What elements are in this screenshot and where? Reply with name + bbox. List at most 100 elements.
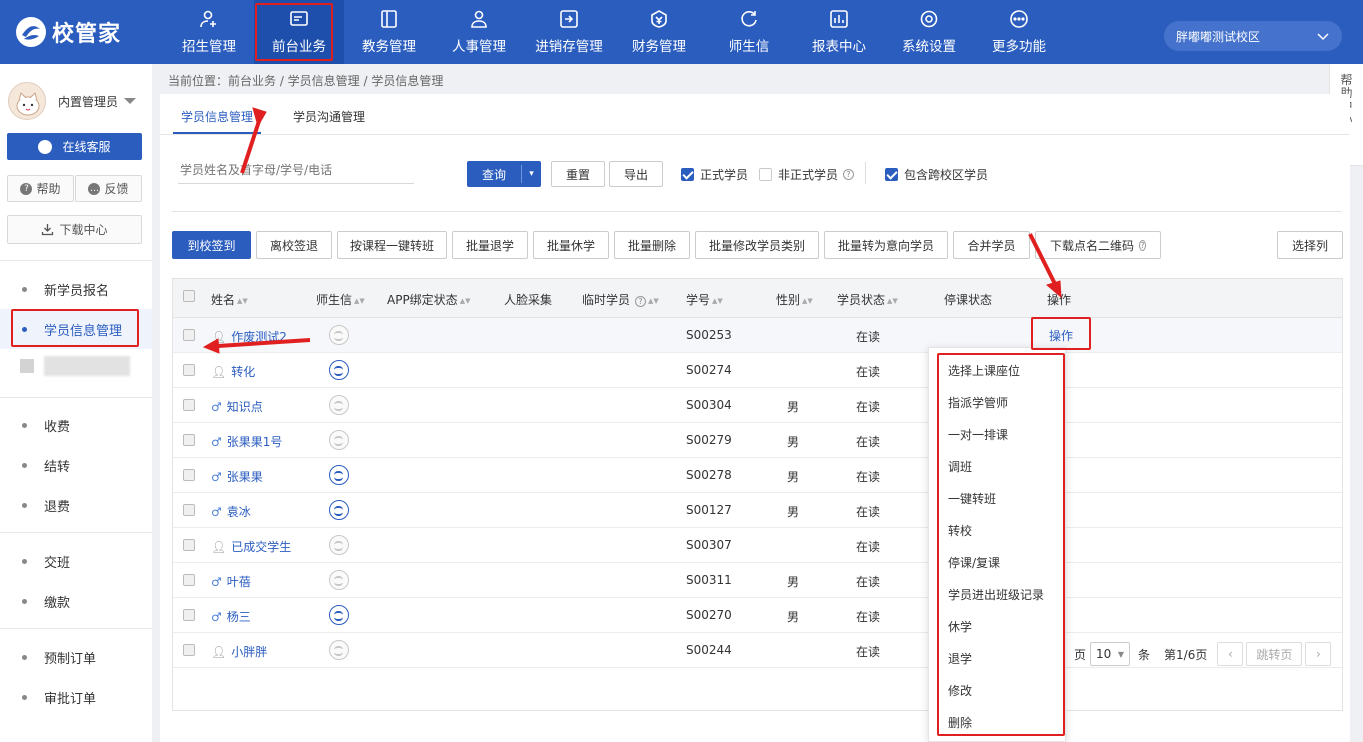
sidebar-item-payment[interactable]: 缴款 (0, 581, 152, 621)
operation-link[interactable]: 操作 (1049, 327, 1073, 344)
sidebar-item-new-enrollment[interactable]: 新学员报名 (0, 269, 152, 309)
menu-item-edit[interactable]: 修改 (948, 682, 972, 699)
user-menu[interactable]: 内置管理员 (8, 82, 144, 120)
sidebar-item-carryover[interactable]: 结转 (0, 445, 152, 485)
download-qrcode-button[interactable]: 下载点名二维码 ? (1035, 231, 1161, 259)
app-status-icon[interactable] (329, 640, 349, 660)
sidebar-item-charge[interactable]: 收费 (0, 405, 152, 445)
row-checkbox[interactable] (183, 504, 195, 516)
menu-item-leave[interactable]: 休学 (948, 618, 972, 635)
export-button[interactable]: 导出 (609, 161, 663, 187)
app-status-icon[interactable] (329, 465, 349, 485)
table-row[interactable]: ♂ 杨三 S00270 男 在读 (173, 598, 1342, 633)
app-status-icon[interactable] (329, 570, 349, 590)
app-status-icon[interactable] (329, 430, 349, 450)
row-checkbox[interactable] (183, 469, 195, 481)
table-row[interactable]: 👤︎ 作废测试2 S00253 在读 操作 (173, 318, 1342, 353)
nav-item-reports[interactable]: 报表中心 (794, 0, 884, 64)
table-row[interactable]: ♂ 袁冰 S00127 男 在读 (173, 493, 1342, 528)
table-row[interactable]: ♂ 张果果1号 S00279 男 在读 (173, 423, 1342, 458)
check-out-button[interactable]: 离校签退 (256, 231, 332, 259)
check-in-button[interactable]: 到校签到 (172, 231, 251, 259)
app-status-icon[interactable] (329, 535, 349, 555)
table-row[interactable]: 👤︎ 转化 S00274 在读 (173, 353, 1342, 388)
sidebar-item-approval[interactable]: 审批订单 (0, 677, 152, 717)
row-checkbox[interactable] (183, 364, 195, 376)
row-checkbox[interactable] (183, 609, 195, 621)
menu-item-class-records[interactable]: 学员进出班级记录 (948, 586, 1044, 603)
nav-item-enrollment[interactable]: 招生管理 (164, 0, 254, 64)
nav-item-hr[interactable]: 人事管理 (434, 0, 524, 64)
th-app-binding[interactable]: APP绑定状态 ▲▼ (387, 291, 470, 308)
nav-item-inventory[interactable]: 进销存管理 (524, 0, 614, 64)
nav-item-settings[interactable]: 系统设置 (884, 0, 974, 64)
menu-item-change-class[interactable]: 调班 (948, 458, 972, 475)
tab-student-info[interactable]: 学员信息管理 (173, 102, 262, 134)
nav-item-more[interactable]: 更多功能 (974, 0, 1064, 64)
select-columns-button[interactable]: 选择列 (1277, 231, 1343, 259)
sidebar-item-blurred[interactable] (20, 355, 130, 377)
merge-students-button[interactable]: 合并学员 (953, 231, 1030, 259)
menu-item-select-seat[interactable]: 选择上课座位 (948, 362, 1020, 379)
menu-item-assign-manager[interactable]: 指派学管师 (948, 394, 1008, 411)
informal-student-checkbox[interactable]: 非正式学员 ? (759, 166, 855, 183)
batch-modify-category-button[interactable]: 批量修改学员类别 (695, 231, 819, 259)
select-all-checkbox[interactable] (183, 290, 195, 302)
one-click-transfer-button[interactable]: 按课程一键转班 (337, 231, 447, 259)
th-gender[interactable]: 性别 ▲▼ (776, 291, 813, 308)
feedback-button[interactable]: … 反馈 (75, 175, 142, 202)
download-center-button[interactable]: 下载中心 (7, 215, 142, 244)
reset-button[interactable]: 重置 (551, 161, 605, 187)
student-name-link[interactable]: ♂ 杨三 (211, 608, 251, 625)
next-page-button[interactable]: › (1305, 642, 1332, 666)
batch-to-prospect-button[interactable]: 批量转为意向学员 (824, 231, 948, 259)
student-name-link[interactable]: 👤︎ 已成交学生 (211, 538, 291, 555)
student-name-link[interactable]: ♂ 袁冰 (211, 503, 251, 520)
online-service-button[interactable]: 在线客服 (7, 133, 142, 160)
page-size-select[interactable]: 10 ▼ (1090, 642, 1131, 666)
nav-item-front-desk[interactable]: 前台业务 (254, 0, 344, 64)
student-name-link[interactable]: ♂ 张果果 (211, 468, 263, 485)
table-row[interactable]: ♂ 叶蓓 S00311 男 在读 (173, 563, 1342, 598)
logo[interactable]: 校管家 (14, 14, 121, 50)
batch-suspend-button[interactable]: 批量休学 (533, 231, 609, 259)
formal-student-checkbox[interactable]: 正式学员 (681, 166, 748, 183)
sidebar-item-refund[interactable]: 退费 (0, 485, 152, 525)
table-row[interactable]: ♂ 张果果 S00278 男 在读 (173, 458, 1342, 493)
student-name-link[interactable]: ♂ 叶蓓 (211, 573, 251, 590)
app-status-icon[interactable] (329, 605, 349, 625)
student-name-link[interactable]: ♂ 张果果1号 (211, 433, 282, 450)
nav-item-academic[interactable]: 教务管理 (344, 0, 434, 64)
th-name[interactable]: 姓名 ▲▼ (211, 291, 248, 308)
student-name-link[interactable]: 👤︎ 小胖胖 (211, 643, 267, 660)
app-status-icon[interactable] (329, 325, 349, 345)
cross-campus-checkbox[interactable]: 包含跨校区学员 (885, 166, 988, 183)
student-name-link[interactable]: ♂ 知识点 (211, 398, 263, 415)
prev-page-button[interactable]: ‹ (1217, 642, 1244, 666)
menu-item-withdraw[interactable]: 退学 (948, 650, 972, 667)
th-messages[interactable]: 师生信 ▲▼ (316, 291, 365, 308)
row-checkbox[interactable] (183, 434, 195, 446)
batch-delete-button[interactable]: 批量删除 (614, 231, 690, 259)
menu-item-one-on-one[interactable]: 一对一排课 (948, 426, 1008, 443)
student-name-link[interactable]: 👤︎ 转化 (211, 363, 255, 380)
row-checkbox[interactable] (183, 539, 195, 551)
table-row[interactable]: ♂ 知识点 S00304 男 在读 (173, 388, 1342, 423)
app-status-icon[interactable] (329, 395, 349, 415)
menu-item-one-click-transfer[interactable]: 一键转班 (948, 490, 996, 507)
jump-page-button[interactable]: 跳转页 (1246, 642, 1303, 666)
nav-item-messages[interactable]: 师生信 (704, 0, 794, 64)
search-input[interactable] (178, 156, 414, 184)
table-row[interactable]: 👤︎ 已成交学生 S00307 在读 (173, 528, 1342, 563)
app-status-icon[interactable] (329, 500, 349, 520)
row-checkbox[interactable] (183, 399, 195, 411)
batch-withdraw-button[interactable]: 批量退学 (452, 231, 528, 259)
sidebar-item-student-info[interactable]: 学员信息管理 (0, 309, 152, 349)
query-button[interactable]: 查询 ▾ (467, 161, 541, 187)
row-checkbox[interactable] (183, 574, 195, 586)
nav-item-finance[interactable]: 财务管理 (614, 0, 704, 64)
th-status[interactable]: 学员状态 ▲▼ (837, 291, 898, 308)
sidebar-item-preorder[interactable]: 预制订单 (0, 637, 152, 677)
double-chevron-down-icon[interactable]: ▾ (522, 169, 541, 179)
menu-item-suspend-resume[interactable]: 停课/复课 (948, 554, 1000, 571)
